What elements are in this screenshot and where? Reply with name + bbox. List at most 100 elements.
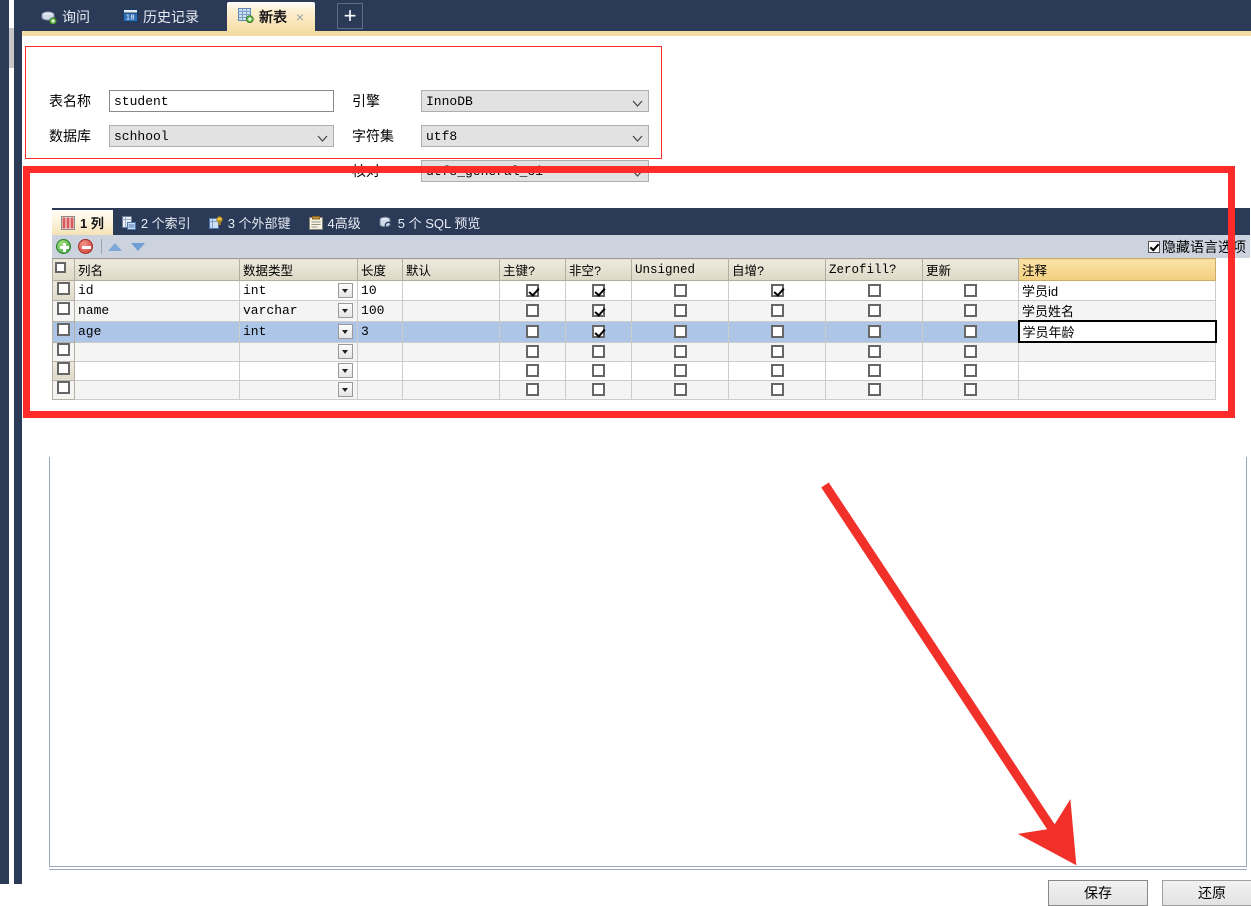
cell-default[interactable] (402, 341, 501, 362)
header-update[interactable]: 更新 (922, 258, 1020, 281)
row-select-cell[interactable] (52, 360, 75, 381)
checkbox-glyph[interactable] (592, 383, 606, 397)
checkbox-glyph[interactable] (964, 383, 978, 397)
checkbox-glyph[interactable] (770, 284, 784, 298)
chevron-down-icon[interactable] (337, 283, 353, 298)
subtab-columns[interactable]: 1 列 (52, 210, 113, 235)
triangle-down-icon[interactable] (131, 242, 145, 251)
header-unsigned[interactable]: Unsigned (631, 258, 730, 281)
cell-not-null[interactable] (565, 300, 633, 322)
cell-not-null[interactable] (565, 360, 633, 381)
row-select-cell[interactable] (52, 280, 75, 301)
cell-update[interactable] (922, 360, 1020, 381)
checkbox-glyph[interactable] (963, 325, 977, 339)
checkbox-glyph[interactable] (673, 304, 687, 318)
checkbox-glyph[interactable] (867, 345, 881, 359)
cell-data-type[interactable] (239, 379, 336, 400)
close-icon[interactable]: × (296, 9, 304, 25)
hide-language-options-checkbox[interactable]: 隐藏语言选项 (1148, 237, 1246, 257)
row-select-cell[interactable] (52, 379, 75, 400)
cell-unsigned[interactable] (631, 320, 730, 343)
header-length[interactable]: 长度 (357, 258, 404, 281)
header-data-type[interactable]: 数据类型 (238, 258, 359, 281)
tab-new-table[interactable]: 新表 × (227, 2, 316, 31)
cell-comment[interactable] (1018, 360, 1217, 381)
checkbox-glyph[interactable] (867, 364, 881, 378)
cell-comment[interactable]: 学员姓名 (1018, 300, 1217, 322)
cell-not-null[interactable] (565, 320, 633, 343)
tab-query[interactable]: 询问 (30, 2, 101, 31)
table-row[interactable] (52, 360, 1217, 381)
checkbox-glyph[interactable] (964, 345, 978, 359)
table-row[interactable]: name varchar 100 学员姓名 (52, 300, 1217, 322)
checkbox-glyph[interactable] (673, 325, 687, 339)
checkbox-glyph[interactable] (770, 364, 784, 378)
cell-column-name[interactable]: age (74, 320, 240, 343)
cell-zerofill[interactable] (825, 360, 924, 381)
cell-update[interactable] (922, 320, 1020, 343)
cell-auto-increment[interactable] (728, 360, 827, 381)
row-select-cell[interactable] (52, 300, 75, 322)
checkbox-glyph[interactable] (57, 381, 70, 394)
tab-history[interactable]: 18 历史记录 (112, 2, 210, 31)
cell-length[interactable]: 3 (357, 320, 404, 343)
cell-primary-key[interactable] (499, 280, 567, 301)
checkbox-glyph[interactable] (964, 304, 978, 318)
cell-zerofill[interactable] (825, 341, 924, 362)
cell-comment[interactable] (1018, 379, 1217, 400)
checkbox-glyph[interactable] (673, 364, 687, 378)
cell-update[interactable] (922, 300, 1020, 322)
cell-data-type-dropdown[interactable] (335, 379, 359, 400)
header-zerofill[interactable]: Zerofill? (825, 258, 924, 281)
cell-data-type[interactable] (239, 360, 336, 381)
table-row[interactable] (52, 341, 1217, 362)
cell-unsigned[interactable] (631, 300, 730, 322)
cell-update[interactable] (922, 341, 1020, 362)
cell-auto-increment[interactable] (728, 300, 827, 322)
cell-primary-key[interactable] (499, 360, 567, 381)
cell-primary-key[interactable] (499, 300, 567, 322)
checkbox-glyph[interactable] (526, 383, 540, 397)
cell-length[interactable] (357, 360, 404, 381)
checkbox-glyph[interactable] (867, 383, 881, 397)
checkbox-glyph[interactable] (770, 383, 784, 397)
cell-column-name[interactable] (74, 379, 240, 400)
cell-not-null[interactable] (565, 280, 633, 301)
checkbox-glyph[interactable] (673, 345, 687, 359)
chevron-down-icon[interactable] (337, 363, 353, 378)
checkbox-glyph[interactable] (526, 325, 540, 339)
add-circle-icon[interactable] (56, 239, 71, 254)
cell-zerofill[interactable] (825, 280, 924, 301)
cell-primary-key[interactable] (499, 379, 567, 400)
cell-column-name[interactable]: name (74, 300, 240, 322)
header-default[interactable]: 默认 (402, 258, 501, 281)
chevron-down-icon[interactable] (337, 344, 353, 359)
cell-not-null[interactable] (565, 341, 633, 362)
chevron-down-icon[interactable] (337, 303, 353, 319)
table-name-input[interactable]: student (109, 90, 334, 112)
collation-select[interactable]: utf8_general_ci (421, 160, 649, 182)
cell-unsigned[interactable] (631, 379, 730, 400)
header-column-name[interactable]: 列名 (74, 258, 240, 281)
subtab-indexes[interactable]: 2 个索引 (113, 210, 200, 235)
table-row[interactable]: id int 10 学员id (52, 280, 1217, 301)
cell-unsigned[interactable] (631, 341, 730, 362)
checkbox-glyph[interactable] (592, 325, 606, 339)
cell-zerofill[interactable] (825, 320, 924, 343)
checkbox-glyph[interactable] (867, 325, 881, 339)
cell-update[interactable] (922, 280, 1020, 301)
checkbox-glyph[interactable] (57, 323, 70, 336)
cell-data-type-dropdown[interactable] (335, 360, 359, 381)
checkbox-glyph[interactable] (57, 282, 70, 295)
checkbox-glyph[interactable] (592, 364, 606, 378)
subtab-advanced[interactable]: 4高级 (300, 210, 370, 235)
cell-primary-key[interactable] (499, 341, 567, 362)
cell-data-type[interactable]: varchar (239, 300, 336, 322)
cell-default[interactable] (402, 320, 501, 343)
cell-auto-increment[interactable] (728, 280, 827, 301)
table-row[interactable] (52, 379, 1217, 400)
columns-grid[interactable]: 列名 数据类型 长度 默认 主键? 非空? Unsigned 自增? Zerof… (52, 258, 1250, 448)
subtab-sql-preview[interactable]: 5 个 SQL 预览 (370, 210, 490, 235)
cell-data-type-dropdown[interactable] (335, 320, 359, 343)
chevron-down-icon[interactable] (337, 382, 353, 397)
